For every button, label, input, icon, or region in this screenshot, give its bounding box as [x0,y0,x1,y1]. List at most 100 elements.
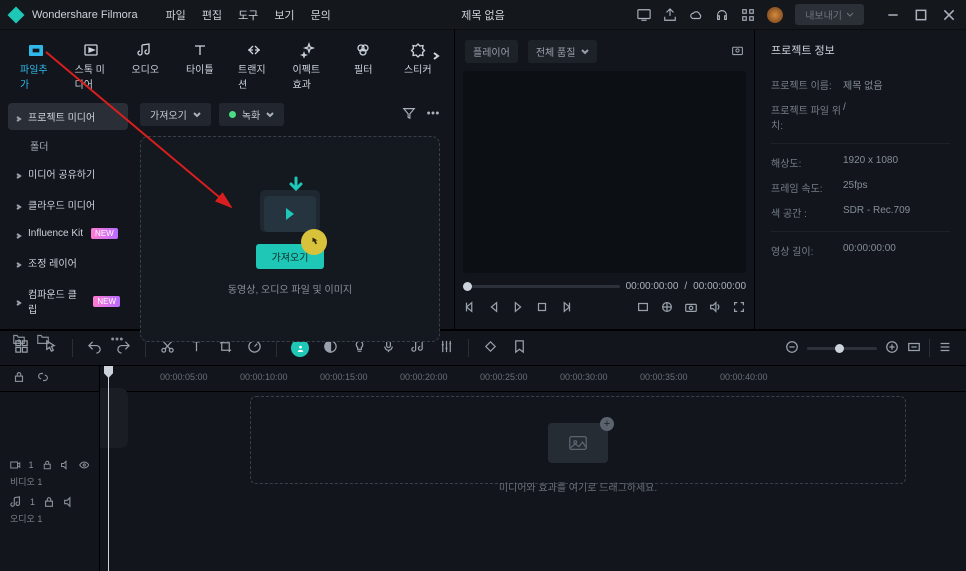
lock-icon[interactable] [43,496,55,508]
preview-scrubber[interactable] [463,285,620,288]
sidebar-item-folder[interactable]: 폴더 [8,134,128,156]
tab-import[interactable]: 파일추가 [20,42,53,91]
zoom-out-icon[interactable] [785,340,799,357]
tab-transition[interactable]: 트랜지션 [238,42,271,91]
menu-view[interactable]: 보기 [274,7,294,23]
timeline-hint: 미디어와 효과를 여기로 드래그하세요. [499,479,657,494]
share-icon[interactable] [663,8,677,22]
apps-icon[interactable] [741,8,755,22]
media-panel: 파일추가 스톡 미디어 오디오 타이틀 트랜지션 이펙트 효과 필터 스티커 프… [0,30,455,329]
timeline-drop-area[interactable]: 미디어와 효과를 여기로 드래그하세요. [250,396,906,484]
zoom-in-icon[interactable] [885,340,899,357]
list-view-icon[interactable] [938,340,952,357]
link-icon[interactable] [36,370,50,387]
timeline: 1 비디오 1 1 오디오 1 00:00:05:00 00:00:10:00 … [0,366,966,571]
preview-mode-dropdown[interactable]: 플레이어 [465,40,518,63]
preview-quality-dropdown[interactable]: 전체 품질 [528,40,598,63]
redo-icon[interactable] [116,339,131,357]
app-title: Wondershare Filmora [32,9,138,21]
media-sidebar: 프로젝트 미디어 폴더 미디어 공유하기 클라우드 미디어 Influence … [8,99,128,348]
sidebar-item-compound[interactable]: 컴파운드 클립NEW [8,280,128,322]
volume-icon[interactable] [708,300,722,317]
headphones-icon[interactable] [715,8,729,22]
export-button[interactable]: 내보내기 [795,4,864,25]
timecode-current: 00:00:00:00 [626,281,679,292]
marker-icon[interactable] [512,339,527,357]
sidebar-item-influence[interactable]: Influence KitNEW [8,222,128,245]
next-frame-icon[interactable] [559,300,573,317]
preview-panel: 플레이어 전체 품질 00:00:00:00 / 00:00:00:00 [455,30,755,329]
close-button[interactable] [942,8,956,22]
media-drop-area[interactable]: 가져오기 동영상, 오디오 파일 및 이미지 [140,136,440,342]
tab-stock[interactable]: 스톡 미디어 [75,42,108,91]
crop-icon[interactable] [660,300,674,317]
cloud-icon[interactable] [689,8,703,22]
stock-icon [81,42,101,58]
mark-in-icon[interactable] [636,300,650,317]
stop-icon[interactable] [535,300,549,317]
transition-icon [244,42,264,58]
mixer-icon[interactable] [439,339,454,357]
tab-effect[interactable]: 이펙트 효과 [293,42,326,91]
play-back-icon[interactable] [487,300,501,317]
video-icon [10,459,21,471]
menu-file[interactable]: 파일 [166,7,186,23]
maximize-button[interactable] [914,8,928,22]
record-dropdown[interactable]: 녹화 [219,103,284,126]
prev-frame-icon[interactable] [463,300,477,317]
timeline-tracks[interactable]: 00:00:05:00 00:00:10:00 00:00:15:00 00:0… [100,366,966,571]
keyframe-icon[interactable] [483,339,498,357]
more-options-icon[interactable] [426,106,440,123]
menu-help[interactable]: 문의 [311,7,331,23]
snapshot-icon[interactable] [731,44,744,60]
audio-track-label: 오디오 1 [0,512,99,524]
timeline-track-headers: 1 비디오 1 1 오디오 1 [0,366,100,571]
playback-controls [463,296,746,321]
video-track-label: 비디오 1 [0,475,99,487]
sidebar-item-share[interactable]: 미디어 공유하기 [8,160,128,187]
sidebar-item-cloud[interactable]: 클라우드 미디어 [8,191,128,218]
minimize-button[interactable] [886,8,900,22]
preview-screen[interactable] [463,71,746,273]
import-icon [26,42,46,58]
new-badge: NEW [91,228,118,239]
avatar[interactable] [767,7,783,23]
menu-tools[interactable]: 도구 [238,7,258,23]
eye-icon[interactable] [79,459,90,471]
export-label: 내보내기 [805,7,842,22]
pointer-icon[interactable] [43,339,58,357]
info-panel: 프로젝트 정보 프로젝트 이름:제목 없음 프로젝트 파일 위치:/ 해상도:1… [755,30,966,329]
folder-graphic [260,182,320,232]
zoom-slider[interactable] [807,347,877,350]
mute-icon[interactable] [63,496,75,508]
tabs-next-icon[interactable] [428,48,444,64]
filter-icon [353,42,373,58]
image-placeholder-icon [548,423,608,463]
mute-icon[interactable] [60,459,71,471]
sidebar-item-project-media[interactable]: 프로젝트 미디어 [8,103,128,130]
zoom-fit-icon[interactable] [907,340,921,357]
lock-icon[interactable] [42,459,53,471]
lock-all-icon[interactable] [12,370,26,387]
camera-icon[interactable] [684,300,698,317]
timeline-ruler[interactable]: 00:00:05:00 00:00:10:00 00:00:15:00 00:0… [100,366,966,392]
fullscreen-icon[interactable] [732,300,746,317]
undo-icon[interactable] [87,339,102,357]
filter-icon[interactable] [402,106,416,123]
main-menu: 파일 편집 도구 보기 문의 [166,7,331,23]
media-content: 가져오기 녹화 가져오기 동영상, 오디오 파일 및 이미지 [134,99,446,348]
app-logo-icon [8,6,25,23]
select-tool-icon[interactable] [14,339,29,357]
import-dropdown[interactable]: 가져오기 [140,103,211,126]
title-icon [190,42,210,58]
titlebar: Wondershare Filmora 파일 편집 도구 보기 문의 제목 없음… [0,0,966,30]
menu-edit[interactable]: 편집 [202,7,222,23]
playhead[interactable] [108,366,109,571]
monitor-icon[interactable] [637,8,651,22]
tab-title[interactable]: 타이틀 [184,42,217,91]
tab-audio[interactable]: 오디오 [129,42,162,91]
tab-filter[interactable]: 필터 [347,42,380,91]
play-icon[interactable] [511,300,525,317]
chevron-right-icon [16,114,22,120]
sidebar-item-adjust[interactable]: 조정 레이어 [8,249,128,276]
